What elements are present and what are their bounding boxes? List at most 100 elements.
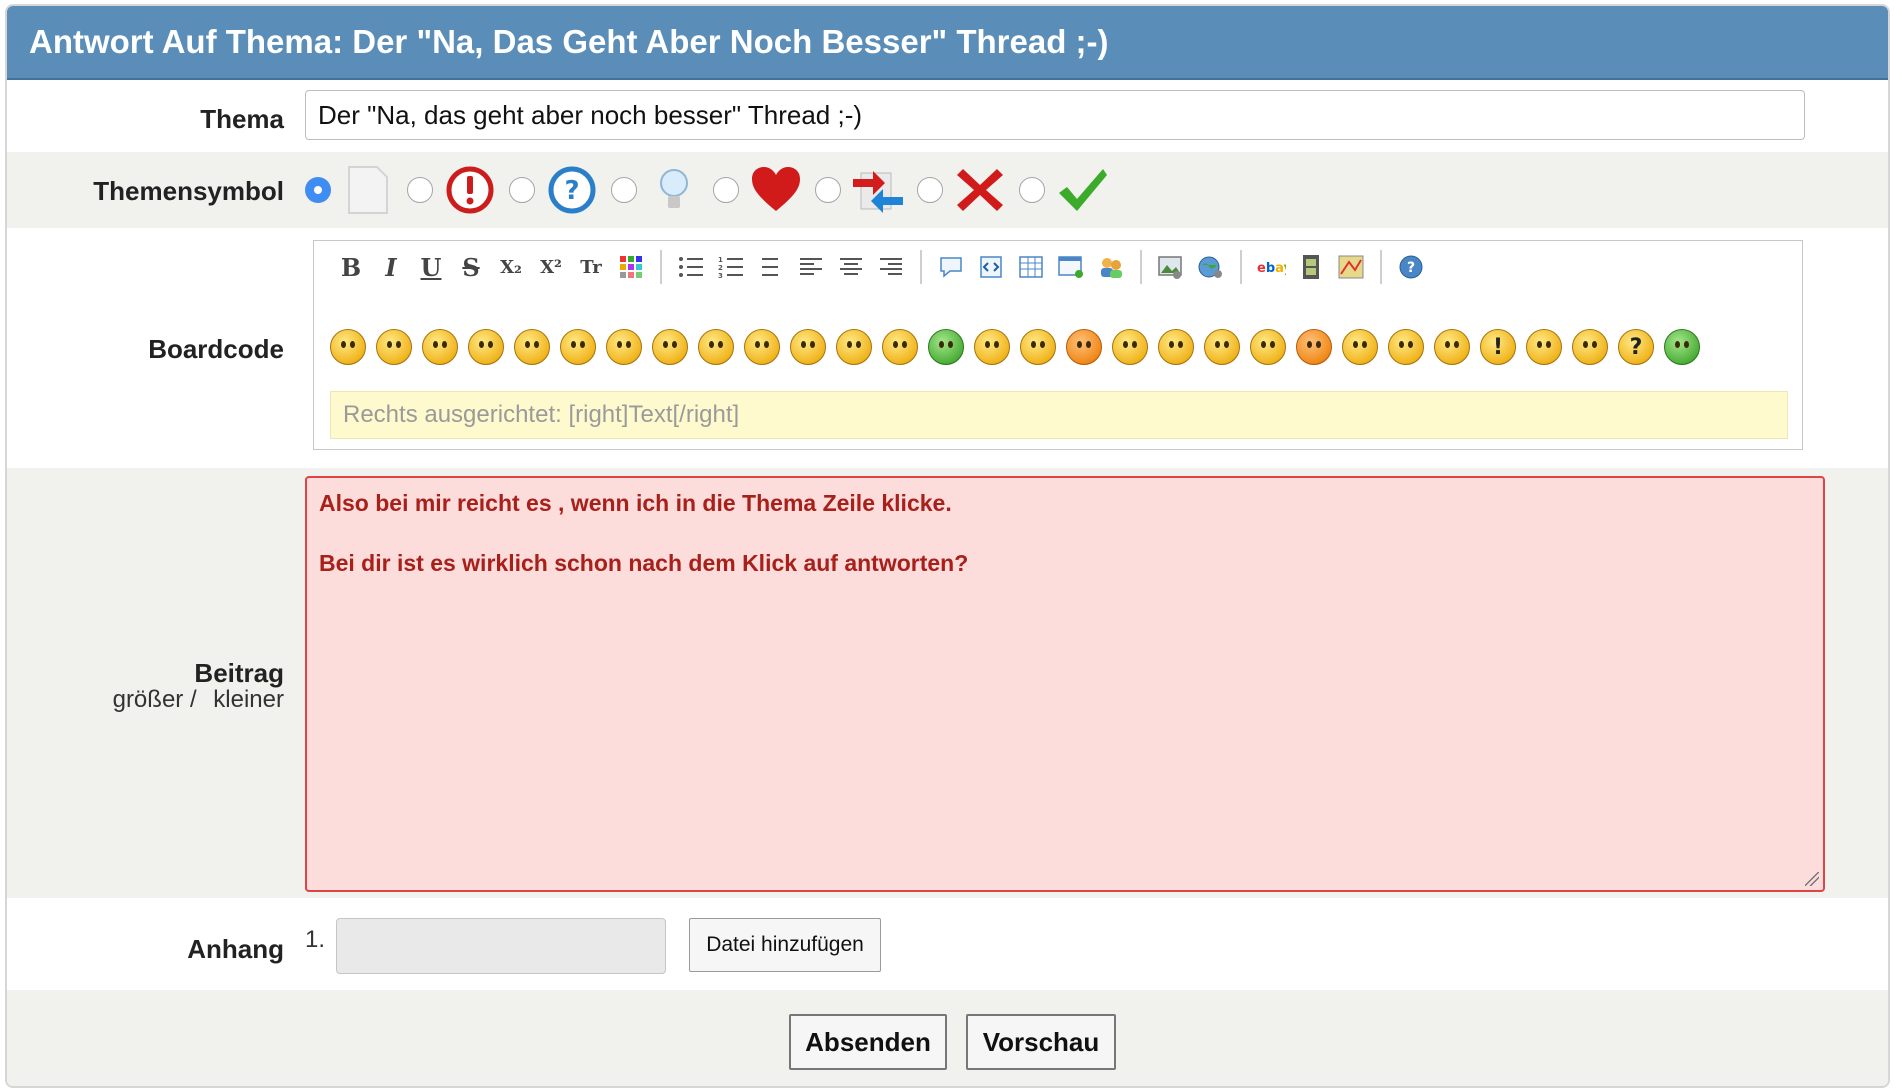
insert-window-icon[interactable] xyxy=(1056,252,1086,282)
smiley-rolleyes-icon[interactable] xyxy=(836,329,872,365)
subject-row: Thema xyxy=(7,80,1888,152)
smiley-neutral-icon[interactable] xyxy=(1204,329,1240,365)
image-icon[interactable] xyxy=(1156,252,1186,282)
map-icon[interactable] xyxy=(1336,252,1366,282)
topic-icon-radio-8[interactable] xyxy=(1019,177,1045,203)
boardcode-toolbar: B I U S X₂ X² Tr 123 eba ? xyxy=(336,250,1426,284)
page-title: Antwort Auf Thema: Der "Na, Das Geht Abe… xyxy=(7,6,1888,80)
quote-icon[interactable] xyxy=(936,252,966,282)
post-label: Beitrag xyxy=(194,658,284,688)
smiley-smile-icon[interactable] xyxy=(422,329,458,365)
post-line-1: Also bei mir reicht es , wenn ich in die… xyxy=(319,490,952,516)
smiley-surprised-icon[interactable] xyxy=(790,329,826,365)
topic-icon-radio-4[interactable] xyxy=(611,177,637,203)
bullet-list-icon[interactable] xyxy=(676,252,706,282)
submit-row: Absenden Vorschau xyxy=(7,990,1888,1086)
svg-text:?: ? xyxy=(564,176,579,206)
add-file-button[interactable]: Datei hinzufügen xyxy=(689,918,881,972)
smiley-blush-icon[interactable] xyxy=(1066,329,1102,365)
smiley-dizzy-icon[interactable] xyxy=(1020,329,1056,365)
attachment-number: 1. xyxy=(305,926,326,953)
strike-button[interactable]: S xyxy=(456,252,486,282)
smilies-bar: ! ? xyxy=(330,329,1700,365)
smiley-sick-icon[interactable] xyxy=(928,329,964,365)
lightbulb-icon xyxy=(647,163,701,217)
smiley-worried-icon[interactable] xyxy=(1250,329,1286,365)
color-grid-icon[interactable] xyxy=(616,252,646,282)
align-right-icon[interactable] xyxy=(876,252,906,282)
resize-handle-icon[interactable] xyxy=(1805,872,1819,886)
attachment-label: Anhang xyxy=(187,934,284,964)
smiley-devil-icon[interactable] xyxy=(1296,329,1332,365)
ebay-icon[interactable]: ebay xyxy=(1256,252,1286,282)
resize-links: größer / kleiner xyxy=(113,686,284,714)
subject-input[interactable] xyxy=(305,90,1805,140)
list-item-icon[interactable] xyxy=(756,252,786,282)
table-icon[interactable] xyxy=(1016,252,1046,282)
topic-icon-radio-5[interactable] xyxy=(713,177,739,203)
underline-button[interactable]: U xyxy=(416,252,446,282)
help-icon[interactable]: ? xyxy=(1396,252,1426,282)
topic-icon-radio-3[interactable] xyxy=(509,177,535,203)
smaller-link[interactable]: kleiner xyxy=(213,686,284,713)
file-input[interactable] xyxy=(336,918,666,974)
font-size-button[interactable]: Tr xyxy=(576,252,606,282)
boardcode-hint: Rechts ausgerichtet: [right]Text[/right] xyxy=(330,391,1788,439)
smiley-sleepy-icon[interactable] xyxy=(974,329,1010,365)
topic-icon-radio-2[interactable] xyxy=(407,177,433,203)
boardcode-editor: B I U S X₂ X² Tr 123 eba ? ! ? Rechts au… xyxy=(313,240,1803,450)
heart-icon xyxy=(749,163,803,217)
subscript-button[interactable]: X₂ xyxy=(496,252,526,282)
align-left-icon[interactable] xyxy=(796,252,826,282)
smiley-exclamation-icon[interactable]: ! xyxy=(1480,329,1516,365)
bold-button[interactable]: B xyxy=(336,252,366,282)
post-textarea[interactable]: Also bei mir reicht es , wenn ich in die… xyxy=(305,476,1825,892)
topic-icon-radio-6[interactable] xyxy=(815,177,841,203)
smiley-shocked-icon[interactable] xyxy=(744,329,780,365)
toolbar-separator xyxy=(920,250,922,284)
bigger-link[interactable]: größer / xyxy=(113,686,197,713)
post-line-2: Bei dir ist es wirklich schon nach dem K… xyxy=(319,550,969,576)
svg-text:?: ? xyxy=(1407,260,1415,276)
smiley-kiss-icon[interactable] xyxy=(1112,329,1148,365)
toolbar-separator xyxy=(1380,250,1382,284)
svg-text:ebay: ebay xyxy=(1257,261,1286,276)
smiley-plain-icon[interactable] xyxy=(1572,329,1608,365)
video-icon[interactable] xyxy=(1296,252,1326,282)
smiley-crazy-icon[interactable] xyxy=(1158,329,1194,365)
code-icon[interactable] xyxy=(976,252,1006,282)
subject-label: Thema xyxy=(200,104,284,134)
superscript-button[interactable]: X² xyxy=(536,252,566,282)
red-x-icon xyxy=(953,163,1007,217)
preview-button[interactable]: Vorschau xyxy=(966,1014,1116,1070)
numbered-list-icon[interactable]: 123 xyxy=(716,252,746,282)
smiley-tongue-icon[interactable] xyxy=(606,329,642,365)
smiley-question-icon[interactable]: ? xyxy=(1618,329,1654,365)
smiley-confused-icon[interactable] xyxy=(698,329,734,365)
svg-text:3: 3 xyxy=(718,272,723,279)
topic-icon-radio-1[interactable] xyxy=(305,177,331,203)
smiley-eyes-icon[interactable] xyxy=(1342,329,1378,365)
smiley-happy-icon[interactable] xyxy=(514,329,550,365)
topic-icon-options: ? xyxy=(305,162,1121,218)
smiley-green-grin-icon[interactable] xyxy=(1664,329,1700,365)
boardcode-label: Boardcode xyxy=(148,334,284,364)
topic-icon-row: Themensymbol ? xyxy=(7,152,1888,228)
arrows-icon xyxy=(851,163,905,217)
users-icon[interactable] xyxy=(1096,252,1126,282)
topic-icon-radio-7[interactable] xyxy=(917,177,943,203)
submit-button[interactable]: Absenden xyxy=(789,1014,947,1070)
smiley-angry-icon[interactable] xyxy=(652,329,688,365)
web-image-icon[interactable] xyxy=(1196,252,1226,282)
smiley-sad-icon[interactable] xyxy=(376,329,412,365)
smiley-cool-icon[interactable] xyxy=(330,329,366,365)
smiley-dead-icon[interactable] xyxy=(1388,329,1424,365)
smiley-idea-icon[interactable] xyxy=(1526,329,1562,365)
smiley-laugh-icon[interactable] xyxy=(882,329,918,365)
align-center-icon[interactable] xyxy=(836,252,866,282)
italic-button[interactable]: I xyxy=(376,252,406,282)
smiley-wink-icon[interactable] xyxy=(560,329,596,365)
smiley-grin-icon[interactable] xyxy=(468,329,504,365)
smiley-puzzled-icon[interactable] xyxy=(1434,329,1470,365)
topic-icon-label: Themensymbol xyxy=(93,176,284,206)
